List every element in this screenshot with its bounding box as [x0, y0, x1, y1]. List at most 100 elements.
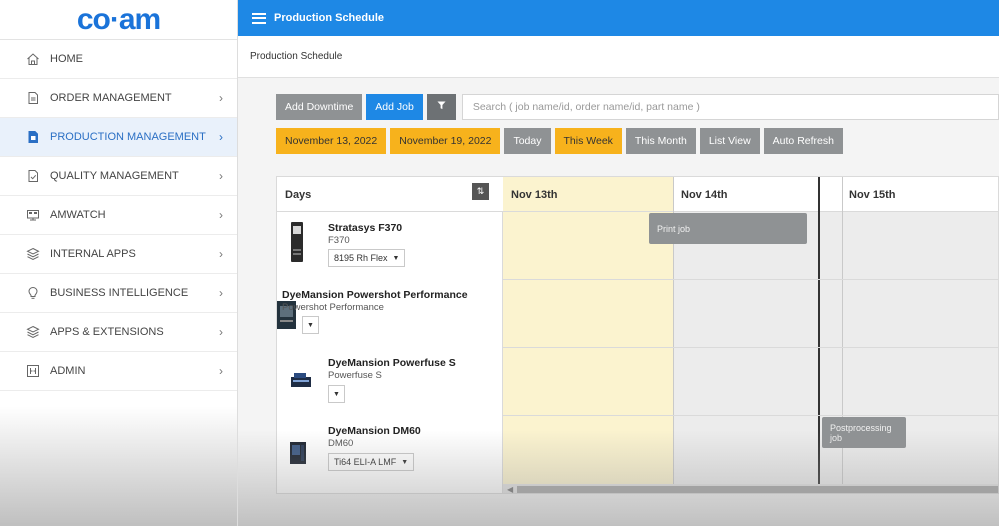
day-header: Nov 15th [849, 189, 896, 201]
today-column-highlight [503, 177, 673, 493]
sidebar-item-label: INTERNAL APPS [50, 248, 136, 260]
sidebar-item-quality-management[interactable]: QUALITY MANAGEMENT › [0, 157, 237, 196]
toolbar-dates: November 13, 2022 November 19, 2022 Toda… [276, 128, 847, 154]
scrollbar-thumb[interactable] [517, 486, 998, 493]
resource-name: Stratasys F370 [328, 222, 403, 234]
page-title: Production Schedule [274, 12, 385, 24]
sort-icon[interactable]: ⇅ [472, 183, 489, 200]
sidebar-item-order-management[interactable]: ORDER MANAGEMENT › [0, 79, 237, 118]
resource-row: Stratasys F370 F370 8195 Rh Flex ▼ [277, 212, 503, 279]
this-week-button[interactable]: This Week [554, 128, 622, 154]
admin-icon [26, 364, 40, 378]
list-view-button[interactable]: List View [699, 128, 760, 154]
this-month-button[interactable]: This Month [625, 128, 696, 154]
search-input[interactable]: Search ( job name/id, order name/id, par… [461, 93, 999, 120]
caret-down-icon: ▼ [307, 321, 314, 329]
sidebar-item-internal-apps[interactable]: INTERNAL APPS › [0, 235, 237, 274]
sidebar-item-label: BUSINESS INTELLIGENCE [50, 287, 189, 299]
logo-text: co·am [76, 2, 161, 36]
sidebar-shade [0, 406, 237, 526]
end-date-picker[interactable]: November 19, 2022 [390, 128, 501, 154]
sidebar-item-production-management[interactable]: PRODUCTION MANAGEMENT › [0, 118, 237, 157]
top-bar: Production Schedule [238, 0, 999, 36]
sidebar-item-business-intelligence[interactable]: BUSINESS INTELLIGENCE › [0, 274, 237, 313]
schedule-calendar: Days ⇅ Nov 13th Nov 14th Nov 15th Strata… [276, 176, 999, 494]
chevron-right-icon: › [219, 130, 223, 144]
logo[interactable]: co·am [0, 0, 237, 40]
menu-icon[interactable] [252, 12, 266, 24]
resource-model: Powershot Performance [282, 302, 384, 313]
chevron-right-icon: › [219, 286, 223, 300]
resource-row: DyeMansion DM60 DM60 Ti64 ELI-A LMF ▼ [277, 415, 503, 485]
days-label: Days [285, 189, 312, 201]
sidebar-item-label: QUALITY MANAGEMENT [50, 170, 179, 182]
monitor-icon [26, 208, 40, 222]
postprocessing-job-event[interactable]: Postprocessing job [822, 417, 906, 448]
chevron-right-icon: › [219, 91, 223, 105]
scroll-left-icon[interactable]: ◀ [507, 484, 513, 493]
chevron-right-icon: › [219, 364, 223, 378]
start-date-picker[interactable]: November 13, 2022 [276, 128, 387, 154]
resource-column: Stratasys F370 F370 8195 Rh Flex ▼ DyeMa… [277, 212, 503, 493]
resource-name: DyeMansion Powershot Performance [282, 289, 468, 301]
day-header: Nov 14th [681, 189, 728, 201]
layers-icon [26, 247, 40, 261]
auto-refresh-button[interactable]: Auto Refresh [763, 128, 843, 154]
resource-row: DyeMansion Powerfuse S Powerfuse S ▼ [277, 347, 503, 415]
quality-check-icon [26, 169, 40, 183]
machine-image [291, 373, 311, 387]
home-icon [26, 52, 40, 66]
add-downtime-button[interactable]: Add Downtime [276, 93, 363, 120]
sidebar-item-label: PRODUCTION MANAGEMENT [50, 131, 206, 143]
caret-down-icon: ▼ [333, 390, 340, 398]
material-value: Ti64 ELI-A LMF [334, 457, 397, 467]
chevron-right-icon: › [219, 247, 223, 261]
resource-model: Powerfuse S [328, 370, 382, 381]
material-select[interactable]: 8195 Rh Flex ▼ [328, 249, 406, 267]
calendar-header: Days ⇅ Nov 13th Nov 14th Nov 15th [277, 177, 998, 212]
toolbar-actions: Add Downtime Add Job Search ( job name/i… [276, 93, 999, 120]
resource-model: F370 [328, 235, 350, 246]
print-job-event[interactable]: Print job [649, 213, 807, 244]
material-select[interactable]: Ti64 ELI-A LMF ▼ [328, 453, 415, 471]
resource-name: DyeMansion DM60 [328, 425, 421, 437]
sidebar-item-label: APPS & EXTENSIONS [50, 326, 164, 338]
material-select[interactable]: ▼ [328, 385, 345, 403]
sidebar-item-label: ORDER MANAGEMENT [50, 92, 172, 104]
resource-model: DM60 [328, 438, 354, 449]
sidebar: co·am HOME ORDER MANAGEMENT › PRODUCTION… [0, 0, 238, 526]
caret-down-icon: ▼ [392, 254, 400, 262]
material-select[interactable]: ▼ [302, 316, 319, 334]
printer-image [291, 222, 303, 262]
filter-button[interactable] [426, 93, 456, 120]
sidebar-item-label: HOME [50, 53, 83, 65]
today-button[interactable]: Today [504, 128, 551, 154]
document-icon [26, 91, 40, 105]
resource-row: DyeMansion Powershot Performance Powersh… [277, 279, 503, 347]
sidebar-item-label: AMWATCH [50, 209, 106, 221]
production-icon [26, 130, 40, 144]
material-value: 8195 Rh Flex [334, 253, 388, 263]
layers-icon [26, 325, 40, 339]
sidebar-item-home[interactable]: HOME [0, 40, 237, 79]
day-header: Nov 13th [511, 189, 558, 201]
horizontal-scrollbar[interactable]: ◀ [503, 484, 998, 493]
breadcrumb-item[interactable]: Production Schedule [250, 51, 342, 62]
resource-name: DyeMansion Powerfuse S [328, 357, 456, 369]
chevron-right-icon: › [219, 325, 223, 339]
filter-icon [437, 100, 446, 113]
lightbulb-icon [26, 286, 40, 300]
sidebar-item-apps-extensions[interactable]: APPS & EXTENSIONS › [0, 313, 237, 352]
event-label: Print job [657, 223, 691, 234]
machine-image [290, 442, 306, 464]
add-job-button[interactable]: Add Job [366, 93, 423, 120]
caret-down-icon: ▼ [401, 458, 409, 466]
current-time-line [818, 177, 820, 484]
event-label: Postprocessing job [830, 422, 892, 443]
chevron-right-icon: › [219, 169, 223, 183]
chevron-right-icon: › [219, 208, 223, 222]
sidebar-item-admin[interactable]: ADMIN › [0, 352, 237, 391]
sidebar-item-label: ADMIN [50, 365, 86, 377]
breadcrumb: Production Schedule [238, 36, 999, 78]
sidebar-item-amwatch[interactable]: AMWATCH › [0, 196, 237, 235]
